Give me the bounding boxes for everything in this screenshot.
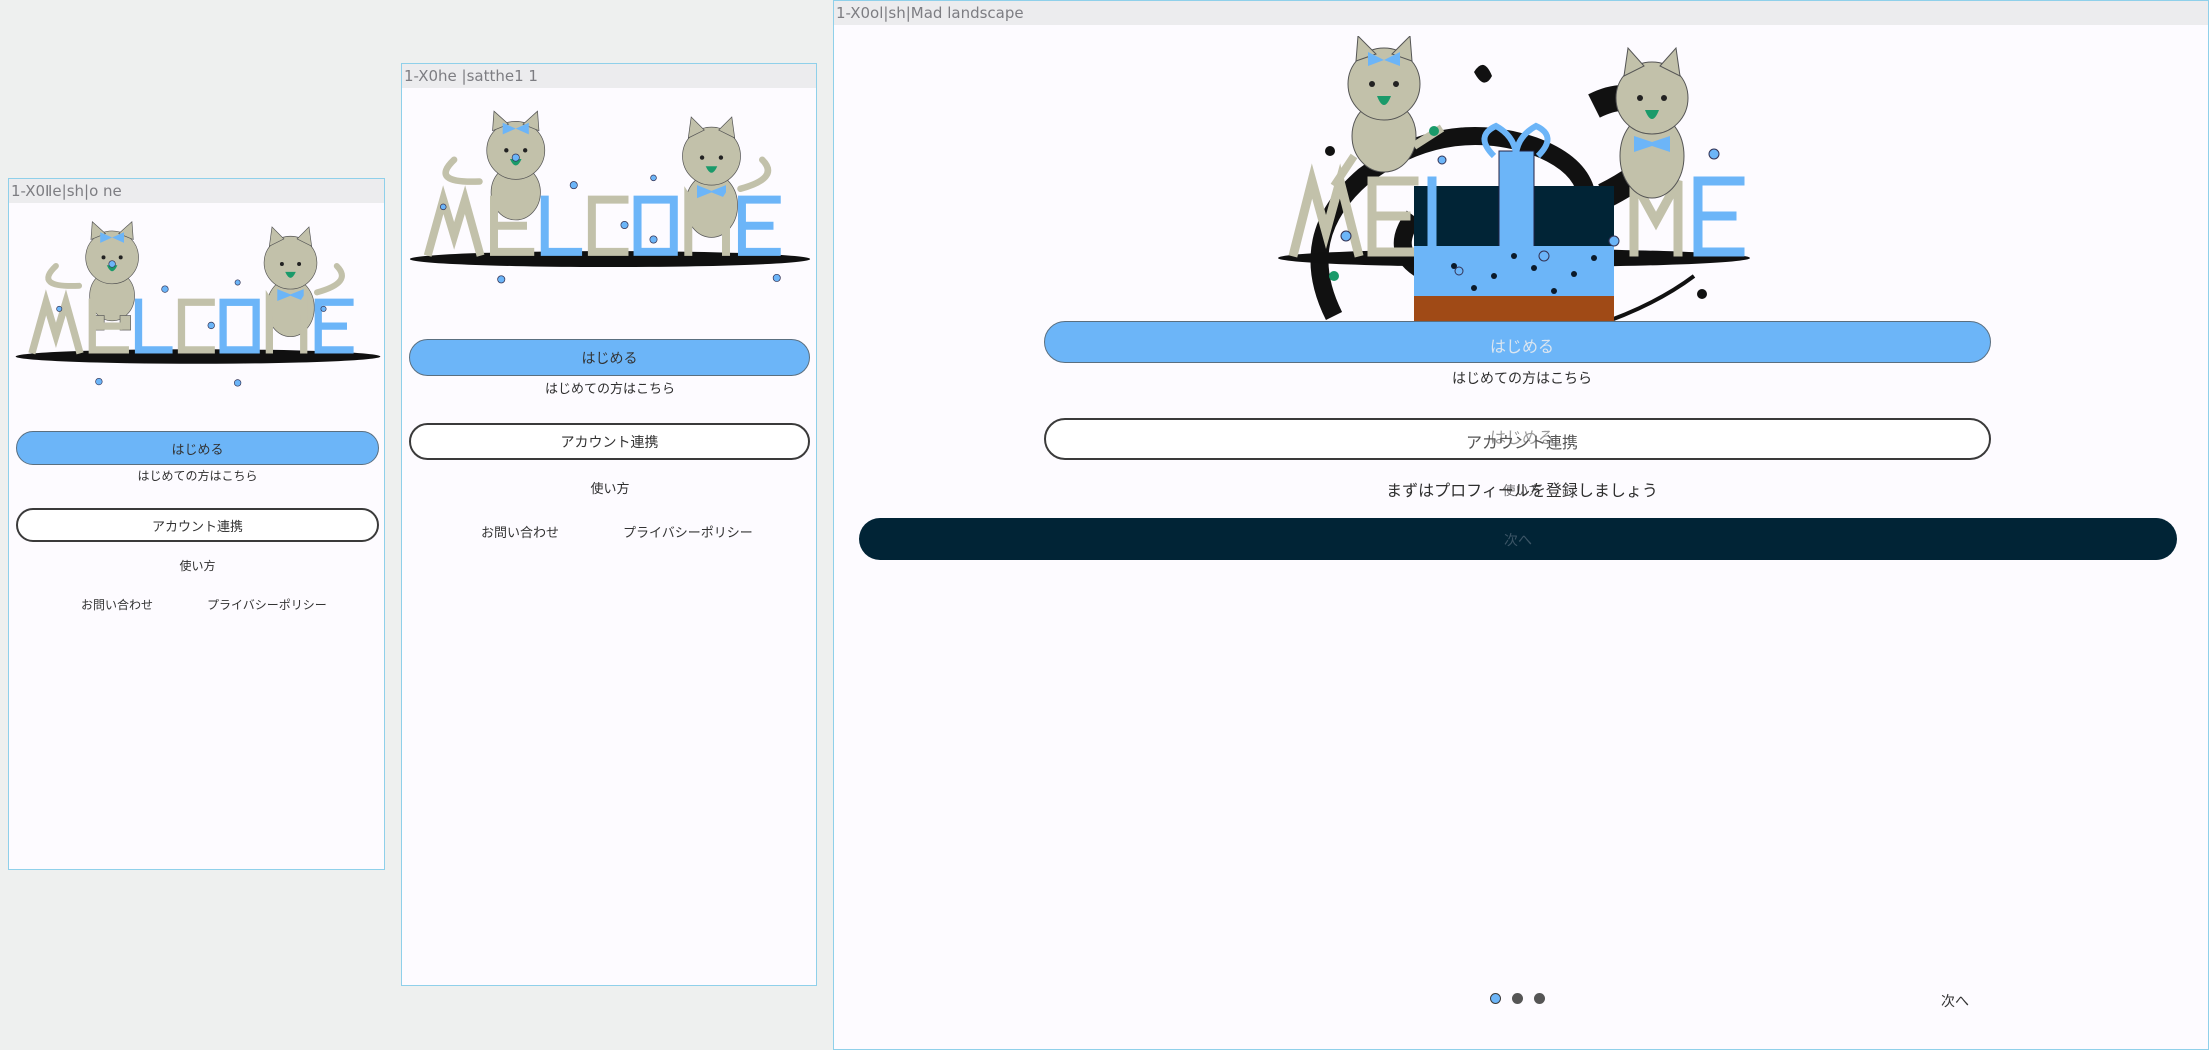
frame-title: 1-X0he |satthe1 1 bbox=[402, 64, 816, 88]
start-overlap-label: はじめる bbox=[1489, 428, 1554, 447]
contact-link[interactable]: お問い合わせ bbox=[81, 596, 153, 613]
frame-iphone: 1-X0Ⅱe|sh|o ne はじめる はじめての方はこちら アカウント連携 使… bbox=[8, 178, 385, 870]
pagination-dot[interactable] bbox=[1534, 993, 1545, 1004]
frame-iphone-11: 1-X0he |satthe1 1 はじめる はじめての方はこちら アカウント連… bbox=[401, 63, 817, 986]
dark-next-panel[interactable]: 次へ bbox=[859, 518, 2177, 560]
welcome-illustration bbox=[409, 110, 811, 284]
start-button[interactable]: はじめる bbox=[409, 339, 810, 376]
next-link[interactable]: 次へ bbox=[1941, 991, 1969, 1011]
frame-ipad-landscape: 1-X0ol|sh|Mad landscape はじめる はじめての方はこちら … bbox=[833, 0, 2209, 1050]
frame-title: 1-X0Ⅱe|sh|o ne bbox=[9, 179, 384, 203]
welcome-hero-illustration bbox=[1274, 36, 1774, 366]
panel-next-label: 次へ bbox=[1504, 533, 1532, 549]
welcome-cake-illustration bbox=[1278, 36, 1750, 346]
pagination-dot[interactable] bbox=[1512, 993, 1523, 1004]
cat-with-bow-icon bbox=[1330, 36, 1445, 189]
cake-start-label: はじめる bbox=[1489, 337, 1554, 356]
first-time-text: はじめての方はこちら bbox=[1452, 371, 1592, 387]
privacy-policy-link[interactable]: プライバシーポリシー bbox=[623, 522, 753, 541]
welcome-hero-illustration bbox=[407, 98, 813, 294]
cat-with-bowtie-icon bbox=[1615, 46, 1689, 199]
frame-title: 1-X0ol|sh|Mad landscape bbox=[834, 1, 2208, 25]
welcome-illustration bbox=[15, 221, 381, 387]
how-to-use-link[interactable]: 使い方 bbox=[9, 557, 384, 574]
first-time-text: はじめての方はこちら bbox=[137, 469, 258, 483]
first-time-text: はじめての方はこちら bbox=[544, 382, 675, 397]
privacy-policy-link[interactable]: プライバシーポリシー bbox=[207, 596, 327, 613]
pagination-dots bbox=[1490, 993, 1560, 1007]
start-button[interactable]: はじめる bbox=[16, 431, 379, 465]
welcome-lettering bbox=[423, 185, 781, 257]
how-to-use-link[interactable]: 使い方 bbox=[834, 480, 2208, 499]
account-link-button[interactable]: アカウント連携 bbox=[409, 423, 810, 460]
welcome-lettering bbox=[28, 289, 354, 355]
welcome-hero-illustration bbox=[13, 209, 383, 389]
how-to-use-link[interactable]: 使い方 bbox=[402, 478, 816, 497]
contact-link[interactable]: お問い合わせ bbox=[481, 522, 559, 541]
account-link-button[interactable]: アカウント連携 bbox=[16, 508, 379, 542]
pagination-dot-active[interactable] bbox=[1490, 993, 1501, 1004]
